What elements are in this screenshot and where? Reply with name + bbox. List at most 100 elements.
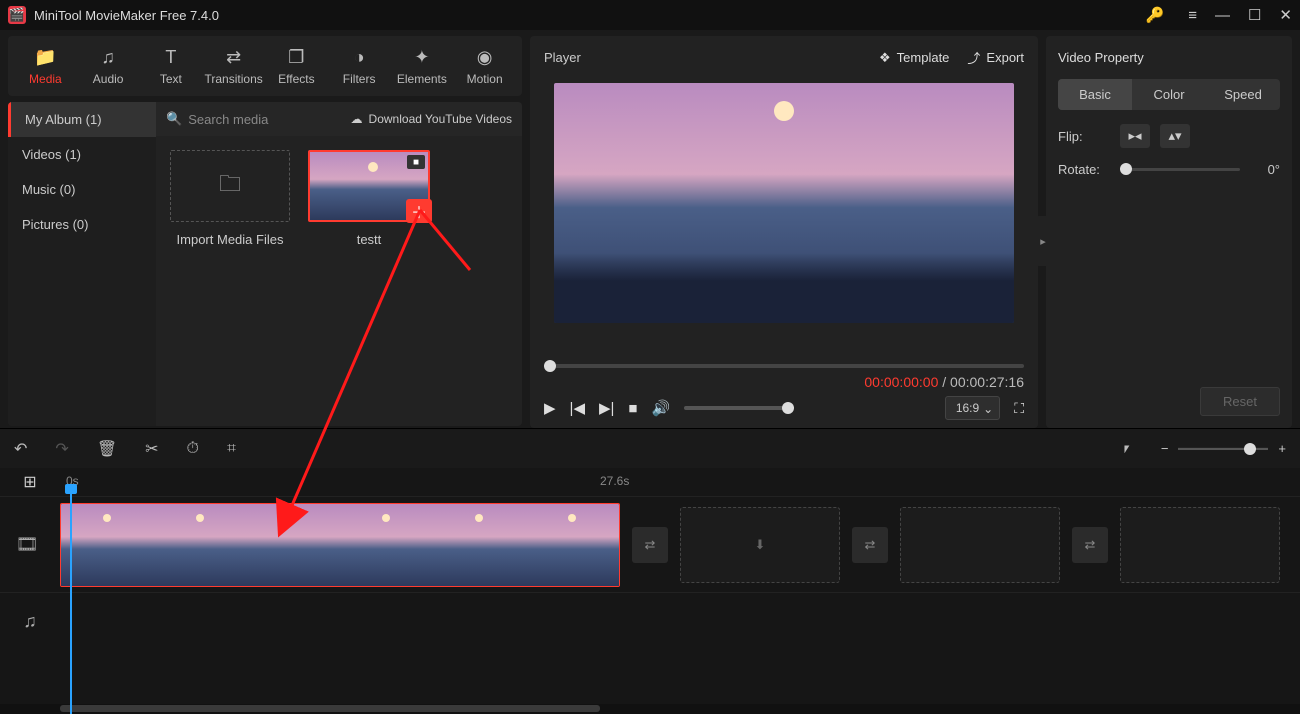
delete-button[interactable]: 🗑	[97, 439, 117, 459]
video-track: 🎞 ⇄ ⬇ ⇄ ⇄	[0, 496, 1300, 592]
transitions-icon: ⇄	[226, 47, 241, 68]
premium-key-icon[interactable]: 🔑	[1146, 6, 1165, 24]
ribbon-tab-filters[interactable]: ◑Filters	[328, 38, 391, 94]
template-button[interactable]: ❖ Template	[879, 50, 949, 66]
add-track-button[interactable]: ⊞	[0, 472, 60, 492]
search-placeholder: Search media	[188, 112, 268, 127]
ribbon-tab-motion[interactable]: ◉Motion	[453, 38, 516, 94]
rotate-row: Rotate: 0°	[1058, 162, 1280, 177]
audio-track-icon: ♫	[0, 611, 60, 632]
text-icon: T	[165, 47, 176, 68]
fit-timeline-button[interactable]: ⎖	[1120, 440, 1133, 458]
property-tabs: BasicColorSpeed	[1058, 79, 1280, 110]
timeline-horizontal-scrollbar[interactable]	[0, 704, 1300, 714]
export-button[interactable]: ⤴ Export	[967, 48, 1024, 67]
aspect-ratio-select[interactable]: 16:9⌄	[945, 396, 1000, 420]
title-bar: 🎬 MiniTool MovieMaker Free 7.4.0 🔑 ≡ — ☐…	[0, 0, 1300, 30]
redo-button[interactable]: ↷	[55, 439, 68, 459]
video-type-icon: ■	[407, 155, 425, 169]
ribbon-tab-audio[interactable]: ♫Audio	[77, 38, 140, 94]
export-icon: ⤴	[967, 48, 980, 67]
clip-placeholder[interactable]	[1120, 507, 1280, 583]
undo-button[interactable]: ↶	[14, 439, 27, 459]
volume-slider[interactable]	[684, 406, 794, 410]
import-media-tile[interactable]: 🗀 Import Media Files	[170, 150, 290, 247]
rotate-value: 0°	[1250, 162, 1280, 177]
timeline: ⊞ 0s 27.6s 🎞 ⇄ ⬇ ⇄ ⇄ ♫	[0, 468, 1300, 714]
timeline-toolbar: ↶ ↷ 🗑 ✂ ⏱ ⌗ ⎖ − +	[0, 428, 1300, 468]
property-tab-color[interactable]: Color	[1132, 79, 1206, 110]
zoom-in-button[interactable]: +	[1278, 441, 1286, 456]
clip-placeholder[interactable]: ⬇	[680, 507, 840, 583]
clip-placeholder[interactable]	[900, 507, 1060, 583]
flip-row: Flip: ▸◂ ▴▾	[1058, 124, 1280, 148]
chevron-down-icon: ⌄	[983, 402, 993, 416]
next-frame-button[interactable]: ▶|	[599, 399, 614, 417]
preview-canvas	[554, 83, 1014, 323]
crop-button[interactable]: ⌗	[227, 440, 236, 458]
ribbon-tab-elements[interactable]: ✦Elements	[391, 38, 454, 94]
media-search[interactable]: 🔍 Search media	[166, 111, 351, 127]
download-youtube-button[interactable]: ☁ Download YouTube Videos	[351, 112, 512, 126]
seek-bar[interactable]	[544, 364, 1024, 368]
flip-horizontal-button[interactable]: ▸◂	[1120, 124, 1150, 148]
media-category-item[interactable]: Pictures (0)	[8, 207, 156, 242]
playhead[interactable]	[70, 492, 72, 714]
video-property-panel: ▸ Video Property BasicColorSpeed Flip: ▸…	[1046, 36, 1292, 428]
media-category-list: My Album (1)Videos (1)Music (0)Pictures …	[8, 102, 156, 426]
rotate-slider[interactable]	[1120, 168, 1240, 171]
volume-icon[interactable]: 🔊	[651, 399, 670, 417]
maximize-icon[interactable]: ☐	[1248, 6, 1261, 24]
hamburger-menu-icon[interactable]: ≡	[1188, 7, 1197, 24]
stop-button[interactable]: ■	[628, 400, 637, 417]
media-clip-tile[interactable]: ■ ＋ testt	[308, 150, 430, 247]
timeline-zoom: − +	[1161, 441, 1286, 456]
speed-button[interactable]: ⏱	[187, 440, 199, 458]
media-grid: 🗀 Import Media Files ■ ＋ testt	[156, 136, 522, 426]
reset-button[interactable]: Reset	[1200, 387, 1280, 416]
media-category-item[interactable]: My Album (1)	[8, 102, 156, 137]
player-title: Player	[544, 50, 861, 65]
cloud-download-icon: ☁	[351, 112, 363, 126]
collapse-panel-button[interactable]: ▸	[1036, 216, 1050, 266]
ribbon-tab-effects[interactable]: ❐Effects	[265, 38, 328, 94]
flip-vertical-button[interactable]: ▴▾	[1160, 124, 1190, 148]
play-button[interactable]: ▶	[544, 399, 556, 417]
transition-slot[interactable]: ⇄	[632, 527, 668, 563]
audio-track-lane[interactable]	[60, 593, 1300, 650]
app-logo-icon: 🎬	[8, 6, 26, 24]
media-category-item[interactable]: Videos (1)	[8, 137, 156, 172]
timeline-clip[interactable]	[60, 503, 620, 587]
minimize-icon[interactable]: —	[1215, 7, 1230, 24]
property-tab-basic[interactable]: Basic	[1058, 79, 1132, 110]
add-to-timeline-button[interactable]: ＋	[406, 199, 432, 223]
filters-icon: ◑	[354, 47, 365, 68]
property-tab-speed[interactable]: Speed	[1206, 79, 1280, 110]
fullscreen-button[interactable]: ⛶	[1014, 400, 1024, 417]
ribbon-tab-media[interactable]: 📁Media	[14, 38, 77, 94]
split-button[interactable]: ✂	[145, 439, 158, 459]
window-title: MiniTool MovieMaker Free 7.4.0	[34, 8, 1146, 23]
zoom-out-button[interactable]: −	[1161, 441, 1169, 456]
elements-icon: ✦	[414, 47, 429, 68]
media-category-item[interactable]: Music (0)	[8, 172, 156, 207]
zoom-slider[interactable]	[1178, 447, 1268, 450]
search-icon: 🔍	[166, 111, 182, 127]
video-track-lane[interactable]: ⇄ ⬇ ⇄ ⇄	[54, 497, 1300, 592]
transition-slot[interactable]: ⇄	[852, 527, 888, 563]
timeline-ruler[interactable]: ⊞ 0s 27.6s	[0, 468, 1300, 496]
ribbon-tab-transitions[interactable]: ⇄Transitions	[202, 38, 265, 94]
media-library: My Album (1)Videos (1)Music (0)Pictures …	[8, 102, 522, 426]
ribbon-tab-text[interactable]: TText	[140, 38, 203, 94]
effects-icon: ❐	[288, 47, 304, 68]
clip-name: testt	[308, 232, 430, 247]
media-icon: 📁	[34, 47, 56, 68]
video-track-icon: 🎞	[0, 534, 54, 555]
motion-icon: ◉	[477, 47, 493, 68]
transition-slot[interactable]: ⇄	[1072, 527, 1108, 563]
close-icon[interactable]: ✕	[1279, 6, 1292, 24]
property-title: Video Property	[1058, 50, 1280, 65]
timecode-display: 00:00:00:00 / 00:00:27:16	[544, 374, 1024, 390]
prev-frame-button[interactable]: |◀	[570, 399, 585, 417]
media-toolbar: 🔍 Search media ☁ Download YouTube Videos	[156, 102, 522, 136]
